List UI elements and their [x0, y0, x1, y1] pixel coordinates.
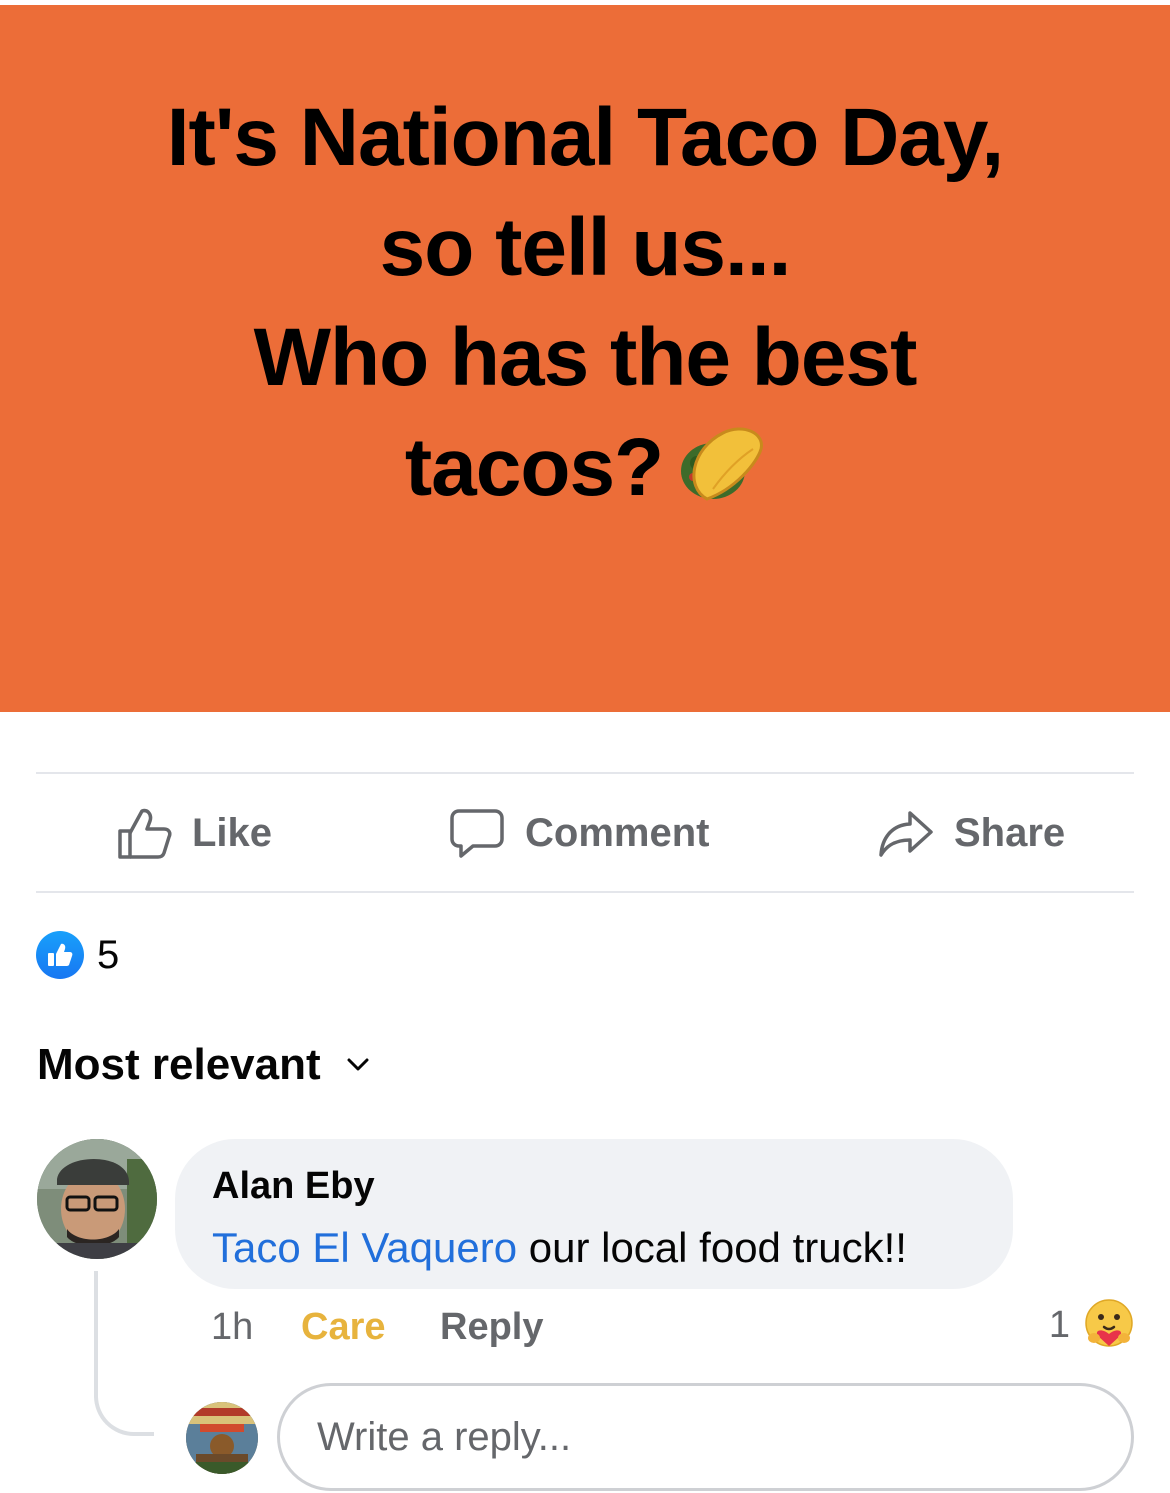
- comment-meta: 1h Care Reply 1: [211, 1299, 1136, 1352]
- like-button[interactable]: Like: [116, 775, 272, 891]
- comment-bubble[interactable]: Alan Eby Taco El Vaquero our local food …: [175, 1139, 1013, 1289]
- divider-bottom: [36, 891, 1134, 893]
- commenter-avatar[interactable]: [37, 1139, 157, 1259]
- care-reaction-button[interactable]: Care: [301, 1306, 386, 1349]
- share-arrow-icon: [879, 811, 933, 857]
- post-text-line-2: so tell us...: [379, 202, 792, 293]
- like-label: Like: [192, 810, 273, 855]
- comment-body: Taco El Vaquero our local food truck!!: [212, 1224, 1013, 1272]
- action-bar: Like Comment Share: [36, 775, 1134, 891]
- thumbs-up-icon: [118, 808, 172, 859]
- comment-timestamp[interactable]: 1h: [211, 1306, 253, 1349]
- divider-top: [36, 772, 1134, 774]
- post-text-line-1: It's National Taco Day,: [166, 92, 1004, 183]
- comment-text: our local food truck!!: [517, 1224, 907, 1271]
- sort-label: Most relevant: [37, 1040, 321, 1089]
- care-emoji-icon: [1085, 1299, 1133, 1347]
- post-text-line-4-wrap: tacos?: [0, 413, 1170, 529]
- post-text: It's National Taco Day, so tell us... Wh…: [0, 83, 1170, 529]
- reply-input[interactable]: [277, 1383, 1134, 1491]
- sort-dropdown[interactable]: Most relevant: [37, 1040, 369, 1090]
- comment-label: Comment: [525, 810, 710, 855]
- reply-button[interactable]: Reply: [440, 1306, 543, 1349]
- comment-bubble-icon: [450, 809, 504, 858]
- post-text-line-3: Who has the best: [253, 312, 918, 403]
- taco-emoji-icon: [673, 419, 765, 529]
- chevron-down-icon: [347, 1058, 369, 1071]
- comment-reaction-count: 1: [1048, 1303, 1070, 1346]
- post-text-line-4: tacos?: [404, 422, 664, 513]
- reaction-count: 5: [97, 932, 120, 977]
- comment-reaction-summary[interactable]: 1: [1049, 1298, 1136, 1352]
- post-image[interactable]: It's National Taco Day, so tell us... Wh…: [0, 5, 1170, 712]
- reaction-summary[interactable]: 5: [36, 931, 119, 979]
- comment-mention-link[interactable]: Taco El Vaquero: [212, 1224, 517, 1271]
- reply-thread-line: [94, 1271, 154, 1436]
- comment-button[interactable]: Comment: [449, 775, 709, 891]
- comment-author[interactable]: Alan Eby: [212, 1165, 1013, 1208]
- current-user-avatar[interactable]: [186, 1402, 258, 1474]
- share-button[interactable]: Share: [878, 775, 1065, 891]
- like-reaction-icon: [36, 931, 84, 979]
- share-label: Share: [954, 810, 1066, 855]
